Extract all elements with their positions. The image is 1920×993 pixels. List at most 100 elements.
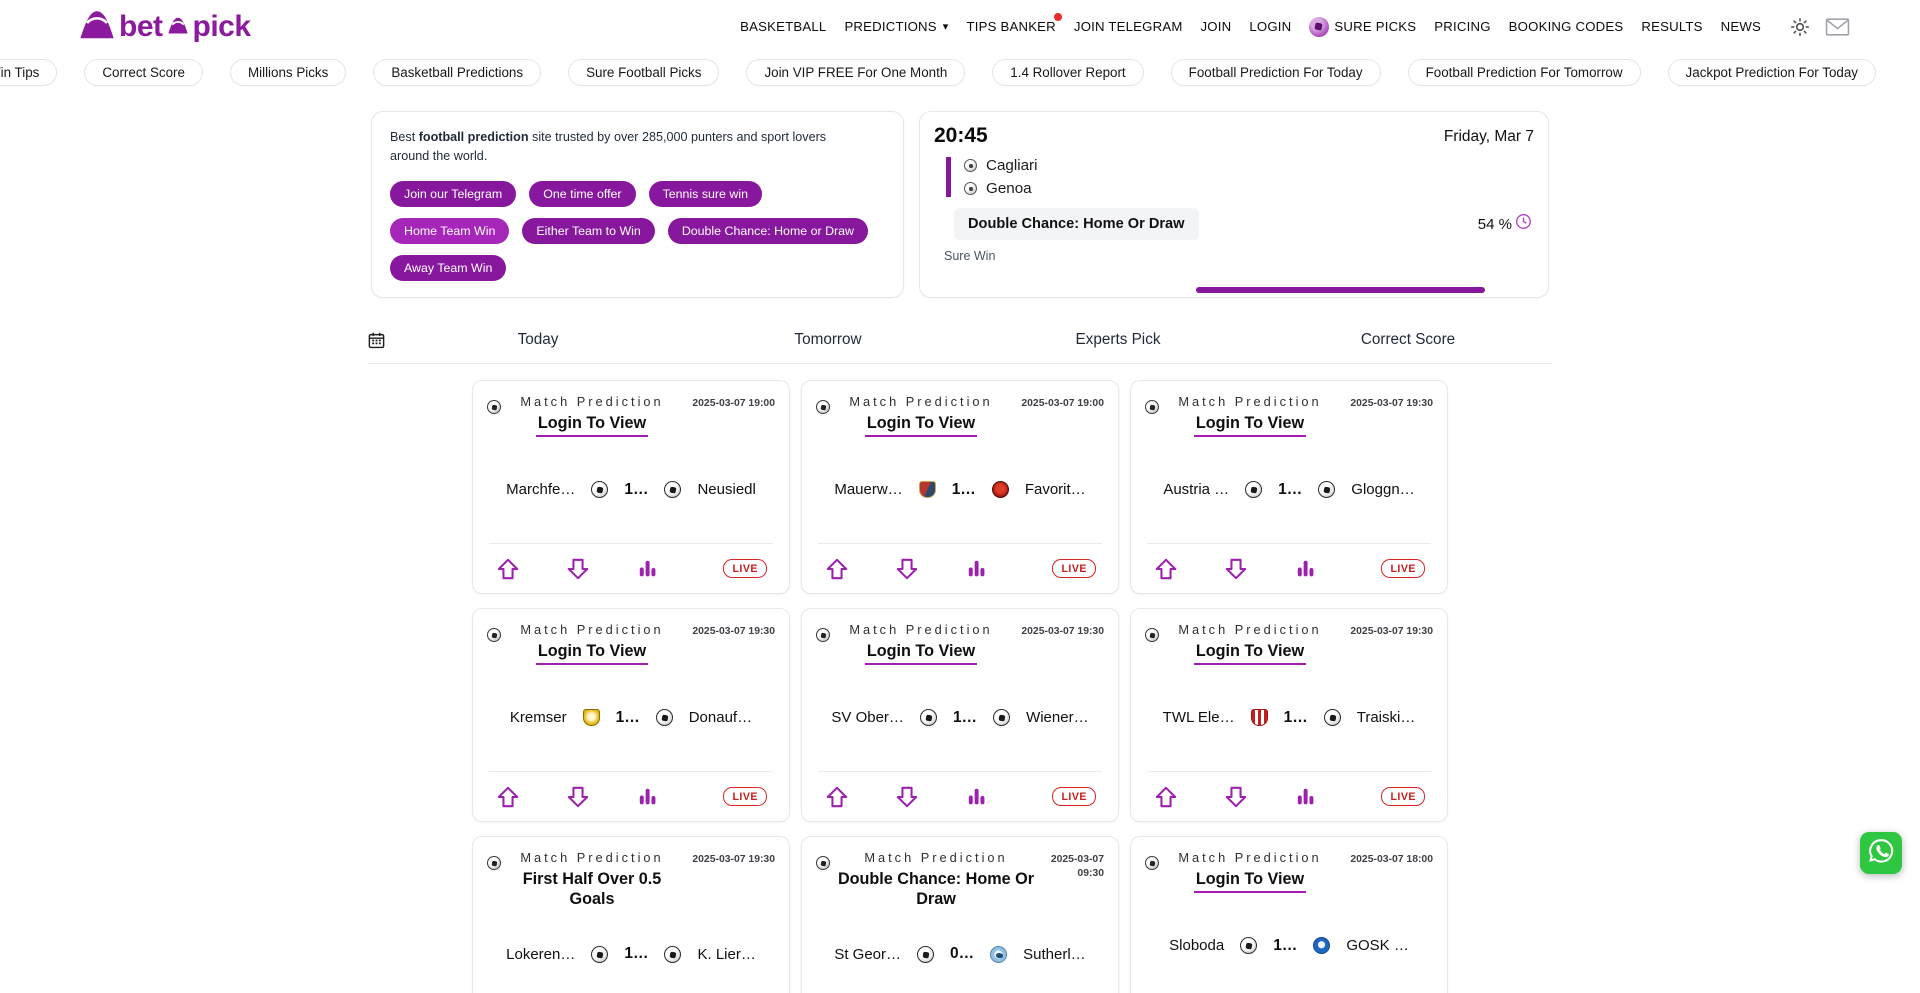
nav-item[interactable]: BASKETBALL ▾ bbox=[740, 19, 826, 34]
tag-button[interactable]: Away Team Win bbox=[390, 254, 507, 281]
prediction-pick-link[interactable]: Login To View bbox=[535, 413, 649, 438]
quick-link-pill[interactable]: 1.4 Rollover Report bbox=[992, 59, 1144, 86]
arrow-up-icon[interactable] bbox=[495, 556, 521, 582]
quick-links-row: Sure Win Tips Correct Score Millions Pic… bbox=[0, 50, 1920, 99]
quick-link-pill[interactable]: Join VIP FREE For One Month bbox=[746, 59, 966, 86]
home-team-crest-icon bbox=[918, 481, 936, 499]
quick-link-pill[interactable]: Jackpot Prediction For Today bbox=[1667, 59, 1876, 86]
home-team-name: St Geor… bbox=[834, 945, 902, 963]
arrow-up-icon[interactable] bbox=[495, 784, 521, 810]
nav-item[interactable]: PRICING ▾ bbox=[1434, 19, 1490, 34]
soccer-ball-icon bbox=[1309, 16, 1330, 37]
away-team-name: Gloggn… bbox=[1351, 481, 1415, 499]
nav-item[interactable]: BOOKING CODES ▾ bbox=[1509, 19, 1624, 34]
arrow-down-icon[interactable] bbox=[1223, 784, 1249, 810]
away-team-name: K. Lier… bbox=[697, 945, 756, 963]
arrow-down-icon[interactable] bbox=[894, 556, 920, 582]
nav-item[interactable]: LOGIN ▾ bbox=[1249, 19, 1291, 34]
prediction-pick-link[interactable]: Login To View bbox=[1193, 641, 1307, 666]
calendar-icon[interactable] bbox=[367, 331, 393, 350]
prediction-pick-link[interactable]: Login To View bbox=[864, 641, 978, 666]
hidden-score: 1… bbox=[1273, 936, 1298, 954]
page: bet pick BASKETBALL ▾ PRE bbox=[0, 0, 1920, 993]
tag-button[interactable]: Double Chance: Home or Draw bbox=[667, 217, 868, 244]
nav-item-label: JOIN TELEGRAM bbox=[1073, 19, 1183, 34]
match-datetime: 2025-03-07 09:30 bbox=[1050, 853, 1104, 880]
teams-block: Cagliari Genoa bbox=[946, 157, 1534, 197]
arrow-down-icon[interactable] bbox=[1223, 556, 1249, 582]
home-team-row: Cagliari bbox=[964, 157, 1534, 174]
arrow-down-icon[interactable] bbox=[565, 556, 591, 582]
arrow-up-icon[interactable] bbox=[824, 556, 850, 582]
quick-link-pill[interactable]: Sure Football Picks bbox=[568, 59, 720, 86]
prediction-pick-link[interactable]: Login To View bbox=[864, 413, 978, 438]
nav-item-label: RESULTS bbox=[1641, 19, 1703, 34]
arrow-up-icon[interactable] bbox=[824, 784, 850, 810]
away-team-crest-icon bbox=[1318, 481, 1336, 499]
match-date: Friday, Mar 7 bbox=[1443, 128, 1534, 145]
tag-button[interactable]: Either Team to Win bbox=[522, 217, 655, 244]
quick-link-pill[interactable]: Correct Score bbox=[84, 59, 203, 86]
arrow-down-icon[interactable] bbox=[894, 784, 920, 810]
prediction-pick-link[interactable]: Login To View bbox=[535, 641, 649, 666]
featured-match-card[interactable]: 20:45 Friday, Mar 7 Cagliari Genoa Doubl… bbox=[919, 111, 1549, 298]
tab-item[interactable]: Tomorrow bbox=[683, 331, 973, 349]
home-team-name: TWL Ele… bbox=[1162, 709, 1235, 727]
home-team-name: Lokeren… bbox=[506, 945, 576, 963]
nav-item-label: PRICING bbox=[1434, 19, 1491, 34]
quick-link-pill[interactable]: Basketball Predictions bbox=[373, 59, 542, 86]
away-team-crest-icon bbox=[990, 945, 1008, 963]
arrow-up-icon[interactable] bbox=[1153, 556, 1179, 582]
nav-item[interactable]: JOIN ▾ bbox=[1201, 19, 1232, 34]
tab-item[interactable]: Correct Score bbox=[1263, 331, 1553, 349]
nav-item[interactable]: JOIN TELEGRAM ▾ bbox=[1074, 19, 1183, 34]
arrow-down-icon[interactable] bbox=[565, 784, 591, 810]
bar-chart-icon[interactable] bbox=[1293, 784, 1318, 809]
home-team-crest-icon bbox=[591, 945, 609, 963]
sun-icon[interactable] bbox=[1789, 16, 1811, 38]
away-team-name: Genoa bbox=[986, 180, 1032, 197]
nav-item[interactable]: NEWS ▾ bbox=[1721, 19, 1761, 34]
match-datetime: 2025-03-07 19:30 bbox=[692, 625, 775, 637]
brand-logo[interactable]: bet pick bbox=[78, 8, 251, 46]
nav-item[interactable]: PREDICTIONS ▾ bbox=[844, 19, 948, 34]
quick-link-pill[interactable]: Football Prediction For Today bbox=[1170, 59, 1381, 86]
tag-button[interactable]: Home Team Win bbox=[390, 217, 510, 244]
prediction-pick-link[interactable]: First Half Over 0.5 Goals bbox=[505, 869, 679, 910]
intro-text: Best football prediction site trusted by… bbox=[390, 130, 827, 163]
whatsapp-button[interactable] bbox=[1860, 832, 1902, 874]
nav-item[interactable]: SURE PICKS ▾ bbox=[1309, 16, 1417, 37]
tab-item[interactable]: Experts Pick bbox=[973, 331, 1263, 349]
nav-item[interactable]: TIPS BANKER ▾ bbox=[967, 13, 1062, 34]
nav-item-label: SURE PICKS bbox=[1334, 19, 1417, 34]
away-team-crest-icon bbox=[664, 945, 682, 963]
prediction-pick: Double Chance: Home Or Draw bbox=[954, 208, 1199, 240]
arrow-up-icon[interactable] bbox=[1153, 784, 1179, 810]
quick-link-pill[interactable]: Millions Picks bbox=[229, 59, 347, 86]
tag-button[interactable]: One time offer bbox=[529, 180, 636, 207]
prediction-pick-link[interactable]: Double Chance: Home Or Draw bbox=[834, 869, 1038, 910]
bar-chart-icon[interactable] bbox=[964, 784, 989, 809]
prediction-card: Match Prediction Login To View 2025-03-0… bbox=[472, 379, 790, 594]
tag-button[interactable]: Join our Telegram bbox=[390, 180, 517, 207]
prediction-card: Match Prediction Login To View 2025-03-0… bbox=[1130, 379, 1448, 594]
bar-chart-icon[interactable] bbox=[635, 784, 660, 809]
match-datetime: 2025-03-07 19:30 bbox=[1021, 625, 1104, 637]
home-team-crest-icon bbox=[919, 709, 937, 727]
status-badge: LIVE bbox=[723, 787, 767, 807]
bar-chart-icon[interactable] bbox=[964, 556, 989, 581]
nav-item-label: LOGIN bbox=[1249, 19, 1292, 34]
bar-chart-icon[interactable] bbox=[635, 556, 660, 581]
mail-icon[interactable] bbox=[1825, 16, 1850, 38]
status-badge: LIVE bbox=[723, 559, 767, 579]
tag-button[interactable]: Tennis sure win bbox=[648, 180, 762, 207]
nav-item[interactable]: RESULTS ▾ bbox=[1641, 19, 1702, 34]
soccer-ball-icon bbox=[1145, 627, 1159, 642]
prediction-pick-link[interactable]: Login To View bbox=[1193, 869, 1307, 894]
quick-link-pill[interactable]: Football Prediction For Tomorrow bbox=[1407, 59, 1641, 86]
prediction-card: Match Prediction Login To View 2025-03-0… bbox=[1130, 607, 1448, 822]
bar-chart-icon[interactable] bbox=[1293, 556, 1318, 581]
tab-item[interactable]: Today bbox=[393, 331, 683, 349]
prediction-pick-link[interactable]: Login To View bbox=[1193, 413, 1307, 438]
quick-link-pill[interactable]: Sure Win Tips bbox=[0, 59, 58, 86]
